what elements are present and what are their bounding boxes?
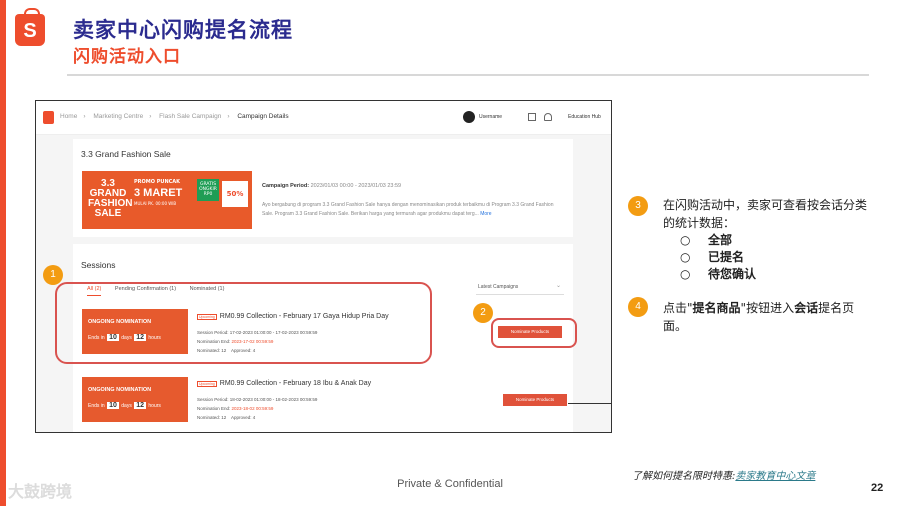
nomination-end: Nomination End: 2023-18-02 00:59:59 [197, 406, 274, 411]
banner-time: MULAI PK. 00:00 WIB [134, 201, 177, 206]
learn-more: 了解如何提名限时特惠:卖家教育中心文章 [632, 471, 816, 482]
seller-centre-screenshot: Home › Marketing Centre › Flash Sale Campa… [35, 100, 612, 433]
top-navigation-bar: Home › Marketing Centre › Flash Sale Campa… [36, 101, 611, 135]
bullet-nominated: ○ 已提名 [680, 250, 745, 264]
banner-headline: 3.3 GRAND FASHION SALE [88, 178, 133, 219]
callout-badge-3: 3 [628, 196, 648, 216]
callout-badge-4: 4 [628, 297, 648, 317]
banner-date: 3 MARET [134, 187, 183, 199]
campaign-period: Campaign Period: 2023/01/03 00:00 - 2023… [262, 183, 402, 189]
shopee-logo-icon: S [15, 8, 45, 46]
page-number: 22 [871, 482, 884, 494]
banner-free-shipping: GRATIS ONGKIR RP0 [197, 179, 219, 201]
note-4: 点击"提名商品"按钮进入会话提名页 面。 [663, 301, 855, 333]
apps-grid-icon[interactable] [528, 113, 536, 121]
nominate-products-button[interactable]: Nominate Products [503, 394, 567, 406]
nomination-status: ONGOING NOMINATION [88, 387, 152, 393]
status-badge: Upcoming [197, 380, 217, 387]
slide-title: 卖家中心闪购提名流程 [73, 18, 293, 42]
campaign-title: 3.3 Grand Fashion Sale [81, 149, 171, 159]
countdown: Ends in 10 days 12 hours [88, 402, 161, 409]
banner-promo: PROMO PUNCAK [134, 179, 181, 185]
breadcrumb: Home › Marketing Centre › Flash Sale Campa… [60, 113, 289, 120]
session-title: RM0.99 Collection - February 18 Ibu & An… [219, 380, 372, 388]
left-accent-bar [0, 0, 6, 506]
session-stats: Nominated: 12 Approved: 4 [197, 415, 256, 420]
note-3: 在闪购活动中，卖家可查看按会话分类 的统计数据： [663, 198, 868, 230]
education-article-link[interactable]: 卖家教育中心文章 [735, 471, 815, 482]
title-divider [67, 74, 869, 76]
button-highlight-box [491, 318, 577, 348]
bullet-pending: ○ 待您确认 [680, 267, 757, 281]
sessions-heading: Sessions [81, 260, 116, 270]
nomination-countdown: ONGOING NOMINATION Ends in 10 days 12 ho… [82, 377, 188, 422]
sort-select[interactable]: Latest Campaigns [476, 282, 564, 295]
bullet-all: ○ 全部 [680, 233, 733, 247]
banner-voucher: 50% [222, 181, 248, 207]
more-link[interactable]: More [480, 211, 491, 217]
shopee-small-logo-icon [43, 111, 54, 124]
campaign-banner: 3.3 GRAND FASHION SALE PROMO PUNCAK 3 MA… [82, 171, 252, 229]
breadcrumb-home[interactable]: Home [60, 113, 77, 120]
education-hub-link[interactable]: Education Hub [568, 114, 601, 120]
breadcrumb-marketing-centre[interactable]: Marketing Centre [93, 113, 143, 120]
callout-badge-2: 2 [473, 303, 493, 323]
session-period: Session Period: 18-02-2023 01:00:00 - 18… [197, 397, 318, 402]
session-details: Upcoming RM0.99 Collection - February 18 … [197, 375, 371, 420]
bell-icon[interactable] [544, 113, 552, 121]
sessions-highlight-box [55, 282, 432, 364]
pointer-line [568, 403, 612, 404]
avatar[interactable] [463, 111, 475, 123]
slide-subtitle: 闪购活动入口 [73, 47, 181, 67]
username-menu[interactable]: Username [479, 114, 502, 120]
breadcrumb-flash-sale-campaign[interactable]: Flash Sale Campaign [159, 113, 221, 120]
breadcrumb-campaign-details: Campaign Details [237, 113, 289, 120]
callout-badge-1: 1 [43, 265, 63, 285]
campaign-info-card: 3.3 Grand Fashion Sale 3.3 GRAND FASHION… [73, 139, 573, 237]
campaign-description: Ayo bergabung di program 3.3 Grand Fashi… [262, 202, 554, 217]
